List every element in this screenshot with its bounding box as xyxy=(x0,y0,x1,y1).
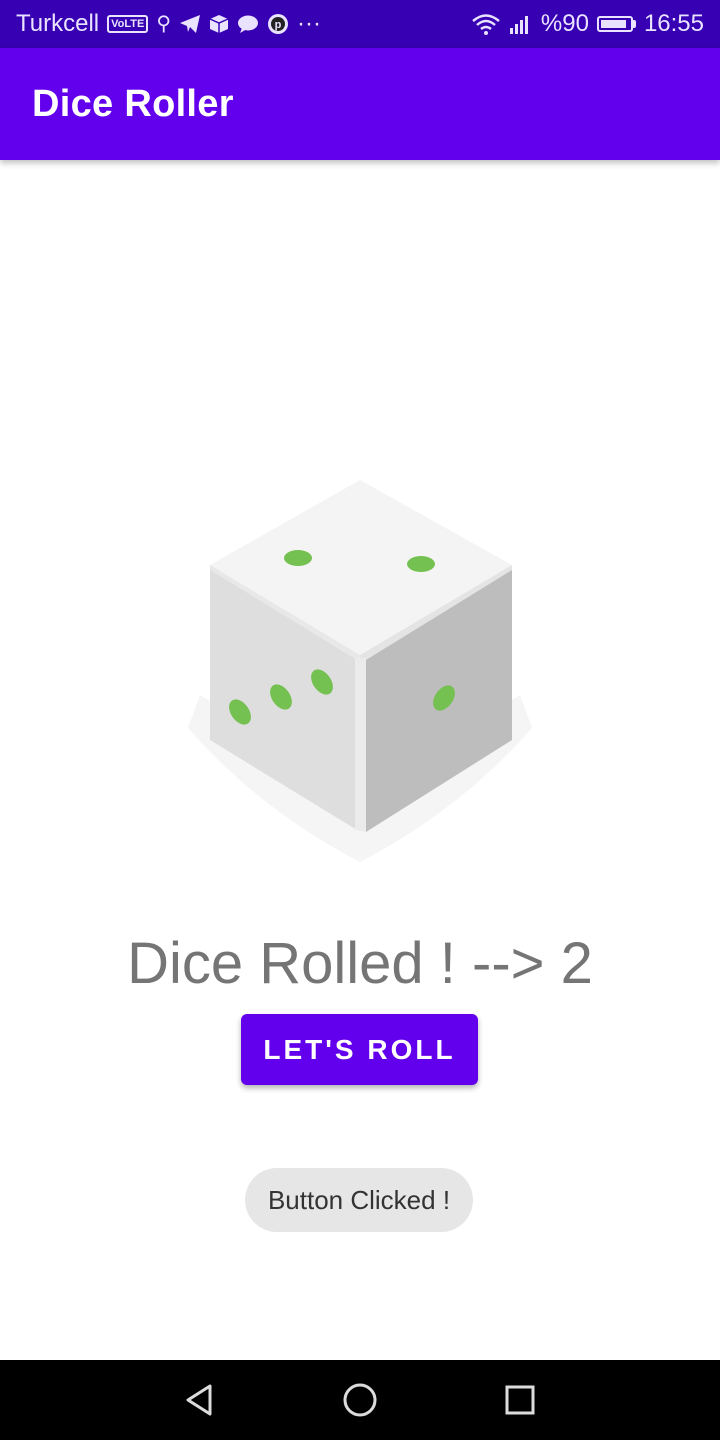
box-icon xyxy=(209,15,229,33)
recents-icon[interactable] xyxy=(500,1380,540,1420)
wifi-icon xyxy=(472,14,500,35)
usb-icon: ⚲ xyxy=(156,13,171,35)
roll-button[interactable]: LET'S ROLL xyxy=(241,1014,478,1085)
battery-percent: %90 xyxy=(540,10,589,37)
battery-icon xyxy=(596,16,636,32)
app-title: Dice Roller xyxy=(32,82,234,125)
app-bar: Dice Roller xyxy=(0,48,720,160)
toast-message: Button Clicked ! xyxy=(245,1168,473,1232)
carrier-name: Turkcell xyxy=(16,10,100,37)
chat-icon xyxy=(237,15,258,33)
p-icon: p xyxy=(267,14,288,34)
navigation-bar xyxy=(0,1360,720,1440)
status-bar-left: Turkcell VoLTE ⚲ p ··· xyxy=(16,10,321,38)
volte-badge: VoLTE xyxy=(107,15,149,33)
signal-icon xyxy=(509,16,528,34)
toast-text: Button Clicked ! xyxy=(267,1184,451,1215)
back-icon[interactable] xyxy=(180,1380,220,1420)
clock: 16:55 xyxy=(643,10,704,37)
status-bar-right: %90 16:55 xyxy=(471,10,704,38)
dice-icon xyxy=(188,480,532,862)
dice-result-text: Dice Rolled ! --> 2 xyxy=(127,931,593,996)
more-notifications-icon: ··· xyxy=(296,10,321,37)
svg-text:p: p xyxy=(275,19,282,31)
home-icon[interactable] xyxy=(340,1380,380,1420)
status-bar: Turkcell VoLTE ⚲ p ··· %90 16:55 xyxy=(0,0,720,48)
telegram-icon xyxy=(179,15,200,33)
